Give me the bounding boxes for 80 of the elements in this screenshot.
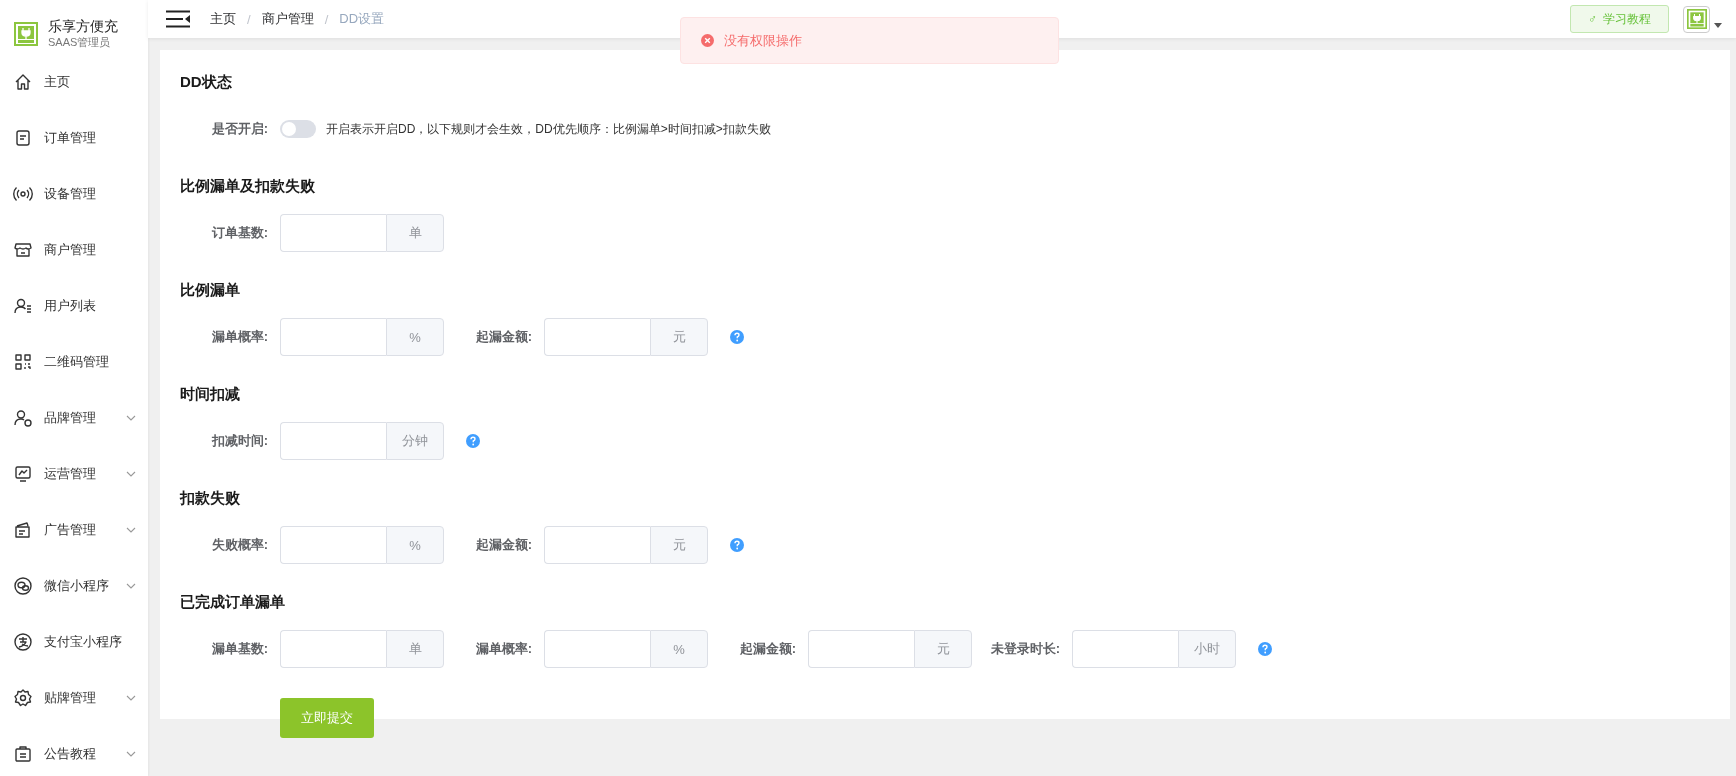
input-field[interactable] [280,630,386,668]
help-icon[interactable] [1258,642,1272,656]
field-label: 起漏金额: [738,640,797,658]
switch-description: 开启表示开启DD，以下规则才会生效，DD优先顺序：比例漏单>时间扣减>扣款失败 [326,120,771,138]
sidebar-menu-item[interactable]: 运营管理 [0,446,148,502]
field-label: 漏单基数: [210,640,269,658]
section-title: DD状态 [180,72,233,92]
circle-icon [13,632,33,652]
sidebar-menu-item[interactable]: 贴牌管理 [0,670,148,726]
menu-icon[interactable] [166,10,190,28]
sidebar-menu-item[interactable]: 用户列表 [0,278,148,334]
unit-addon: 单 [386,214,444,252]
breadcrumb-separator: / [247,11,251,27]
input-field[interactable] [280,318,386,356]
input-field[interactable] [808,630,914,668]
sidebar-menu-item[interactable]: 二维码管理 [0,334,148,390]
unit-addon: % [650,630,708,668]
field-label: 失败概率: [210,536,269,554]
qr-code-icon [13,352,33,372]
home-icon [13,72,33,92]
breadcrumb-link[interactable]: 主页 [210,10,236,28]
brand-logo-icon [14,22,38,46]
section-title: 时间扣减 [180,384,241,404]
input-field[interactable] [544,630,650,668]
field-label: 未登录时长: [989,640,1061,658]
field-label: 扣减时间: [210,432,269,450]
caret-icon[interactable] [1714,22,1722,28]
sidebar-menu-item[interactable]: 公告教程 [0,726,148,776]
clipboard-icon [13,744,33,764]
help-icon[interactable] [730,330,744,344]
help-icon[interactable] [730,538,744,552]
field-label: 是否开启: [210,120,269,138]
input-field[interactable] [544,526,650,564]
input-field[interactable] [280,526,386,564]
sidebar-menu-item[interactable]: 广告管理 [0,502,148,558]
breadcrumb-link[interactable]: 商户管理 [261,10,314,28]
user-badge-icon [13,408,33,428]
toggle-switch[interactable] [280,120,316,138]
unit-addon: 元 [650,318,708,356]
brand-subtitle: SAAS管理员 [48,35,112,50]
chart-icon [13,464,33,484]
input-field[interactable] [1072,630,1178,668]
input-field[interactable] [280,422,386,460]
breadcrumb-separator: / [324,11,329,27]
sidebar-menu-item[interactable]: 商户管理 [0,222,148,278]
document-icon [13,128,33,148]
input-field[interactable] [280,214,386,252]
input-field[interactable] [544,318,650,356]
sidebar-menu-item[interactable]: 主页 [0,54,148,110]
unit-addon: % [386,318,444,356]
unit-addon: 单 [386,630,444,668]
section-title: 扣款失败 [180,488,241,508]
section-title: 比例漏单及扣款失败 [180,176,316,196]
settings-icon [13,688,33,708]
field-label: 漏单概率: [474,640,533,658]
user-icon [13,296,33,316]
unit-addon: 元 [914,630,972,668]
field-label: 漏单概率: [210,328,269,346]
shop-icon [13,240,33,260]
plug-logo-icon [1686,9,1707,29]
chat-icon [13,576,33,596]
sidebar-menu-item[interactable]: 订单管理 [0,110,148,166]
unit-addon: 小时 [1178,630,1236,668]
unit-addon: % [386,526,444,564]
sidebar-menu-item[interactable]: 设备管理 [0,166,148,222]
section-title: 已完成订单漏单 [180,592,286,612]
unit-addon: 元 [650,526,708,564]
error-icon [701,34,714,47]
brand-name: 乐享方便充 [48,18,118,35]
field-label: 起漏金额: [474,536,533,554]
help-icon[interactable] [466,434,480,448]
unit-addon: 分钟 [386,422,444,460]
sidebar-menu-item[interactable]: 支付宝小程序 [0,614,148,670]
toast-message: 没有权限操作 [724,31,802,50]
signal-icon [13,184,33,204]
sidebar-menu-item[interactable]: 微信小程序 [0,558,148,614]
sidebar-menu-item[interactable]: 品牌管理 [0,390,148,446]
field-label: 订单基数: [210,224,269,242]
field-label: 起漏金额: [474,328,533,346]
section-title: 比例漏单 [180,280,241,300]
